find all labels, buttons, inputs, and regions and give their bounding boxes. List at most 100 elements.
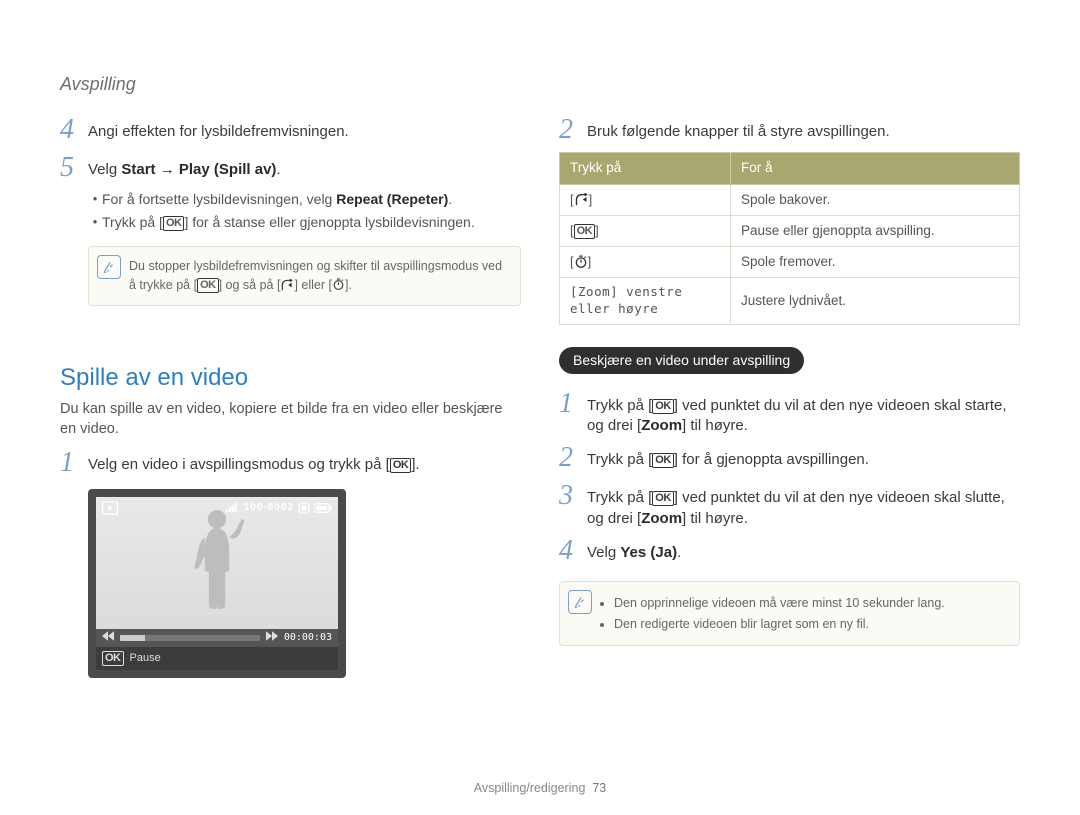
list-item-text: For å fortsette lysbildevisningen, velg … xyxy=(102,190,521,209)
list-item-text: Trykk på [OK] for å stanse eller gjenopp… xyxy=(102,213,521,232)
section-paragraph: Du kan spille av en video, kopiere et bi… xyxy=(60,400,521,439)
step-number: 3 xyxy=(559,482,587,510)
ok-icon: OK xyxy=(652,453,674,468)
text: Velg xyxy=(88,161,121,178)
table-cell-key: [ ] xyxy=(560,246,731,277)
table-row: [Zoom] venstre eller høyre Justere lydni… xyxy=(560,278,1020,325)
text-bold: Repeat (Repeter) xyxy=(336,191,448,207)
text-bold: Zoom xyxy=(641,417,682,434)
text: . xyxy=(276,161,280,178)
ok-icon: OK xyxy=(652,399,674,414)
text: ] til høyre. xyxy=(682,510,748,527)
play-step-1: 1 Velg en video i avspillingsmodus og tr… xyxy=(60,451,521,479)
note-box: Den opprinnelige videoen må være minst 1… xyxy=(559,581,1020,647)
table-cell-value: Pause eller gjenoppta avspilling. xyxy=(731,215,1020,246)
text-bold: Yes (Ja) xyxy=(620,544,677,561)
page-footer: Avspilling/redigering 73 xyxy=(0,780,1080,797)
progress-bar xyxy=(120,635,260,641)
section-title: Spille av en video xyxy=(60,362,521,394)
table-cell-key: [OK] xyxy=(560,215,731,246)
timer-icon xyxy=(574,255,588,271)
play-mode-icon xyxy=(102,501,118,515)
footer-label: Avspilling/redigering xyxy=(474,781,586,795)
step-text: Angi effekten for lysbildefremvisningen. xyxy=(88,118,521,142)
table-cell-key: [ ] xyxy=(560,184,731,215)
text: Trykk på [ xyxy=(102,214,163,230)
step-text: Velg en video i avspillingsmodus og tryk… xyxy=(88,451,521,475)
step-number: 4 xyxy=(559,537,587,565)
list-item: Den opprinnelige videoen må være minst 1… xyxy=(614,594,1007,613)
right-step-2: 2 Bruk følgende knapper til å styre avsp… xyxy=(559,118,1020,146)
rewind-icon xyxy=(280,279,294,293)
note-icon xyxy=(97,255,121,279)
person-silhouette-icon xyxy=(185,507,249,625)
step-text: Trykk på [OK] ved punktet du vil at den … xyxy=(587,392,1020,437)
running-head: Avspilling xyxy=(60,72,1020,96)
battery-icon xyxy=(314,503,332,513)
video-okbar: OK Pause xyxy=(96,647,338,670)
note-box: Du stopper lysbildefremvisningen og skif… xyxy=(88,246,521,306)
list-item: ● Trykk på [OK] for å stanse eller gjeno… xyxy=(88,213,521,232)
ok-icon: OK xyxy=(102,651,124,666)
step-number: 1 xyxy=(559,390,587,418)
controls-table: Trykk på For å [ ] Spole bakover. [OK] P… xyxy=(559,152,1020,325)
step-text: Velg Yes (Ja). xyxy=(587,539,1020,563)
pause-label: Pause xyxy=(130,651,161,666)
table-cell-value: Spole fremover. xyxy=(731,246,1020,277)
table-header: Trykk på xyxy=(560,153,731,184)
subsection-pill: Beskjære en video under avspilling xyxy=(559,347,804,374)
step-text: Trykk på [OK] ved punktet du vil at den … xyxy=(587,484,1020,529)
bullet-icon: ● xyxy=(88,213,102,231)
text: . xyxy=(448,191,452,207)
step-number: 2 xyxy=(559,444,587,472)
ok-icon: OK xyxy=(197,278,219,293)
step-number: 2 xyxy=(559,116,587,144)
table-cell-value: Spole bakover. xyxy=(731,184,1020,215)
step-text: Bruk følgende knapper til å styre avspil… xyxy=(587,118,1020,142)
list-item: ● For å fortsette lysbildevisningen, vel… xyxy=(88,190,521,209)
step-5: 5 Velg Start → Play (Spill av). xyxy=(60,156,521,184)
step-number: 4 xyxy=(60,116,88,144)
text: ] til høyre. xyxy=(682,417,748,434)
text: . xyxy=(677,544,681,561)
note-text: ] og så på [ xyxy=(219,278,281,292)
video-preview: 100-0002 xyxy=(88,489,346,678)
step-4: 4 Angi effekten for lysbildefremvisninge… xyxy=(60,118,521,146)
forward-icon xyxy=(266,631,278,646)
memory-icon xyxy=(298,502,310,514)
video-counter: 100-0002 xyxy=(244,501,294,515)
step-text: Trykk på [OK] for å gjenoppta avspilling… xyxy=(587,446,1020,470)
text: Trykk på [ xyxy=(587,451,652,468)
table-header-row: Trykk på For å xyxy=(560,153,1020,184)
table-cell-key: [Zoom] venstre eller høyre xyxy=(560,278,731,325)
text: For å fortsette lysbildevisningen, velg xyxy=(102,191,336,207)
sub-bullets: ● For å fortsette lysbildevisningen, vel… xyxy=(88,190,521,232)
table-row: [OK] Pause eller gjenoppta avspilling. xyxy=(560,215,1020,246)
right-column: 2 Bruk følgende knapper til å styre avsp… xyxy=(559,108,1020,678)
manual-page: Avspilling 4 Angi effekten for lysbildef… xyxy=(0,0,1080,815)
bullet-icon: ● xyxy=(88,190,102,208)
ok-icon: OK xyxy=(574,224,596,239)
text: Trykk på [ xyxy=(587,397,652,414)
text: Trykk på [ xyxy=(587,489,652,506)
ok-icon: OK xyxy=(390,458,412,473)
ok-icon: OK xyxy=(652,491,674,506)
ok-icon: OK xyxy=(163,216,185,231)
step-number: 1 xyxy=(60,449,88,477)
text: ]. xyxy=(411,456,419,473)
text: ] for å stanse eller gjenoppta lysbildev… xyxy=(184,214,474,230)
trim-step-2: 2 Trykk på [OK] for å gjenoppta avspilli… xyxy=(559,446,1020,474)
note-list: Den opprinnelige videoen må være minst 1… xyxy=(600,594,1007,634)
trim-step-4: 4 Velg Yes (Ja). xyxy=(559,539,1020,567)
trim-step-3: 3 Trykk på [OK] ved punktet du vil at de… xyxy=(559,484,1020,529)
left-column: 4 Angi effekten for lysbildefremvisninge… xyxy=(60,108,521,678)
note-icon xyxy=(568,590,592,614)
video-time: 00:00:03 xyxy=(284,631,332,645)
timer-icon xyxy=(332,278,345,293)
table-cell-value: Justere lydnivået. xyxy=(731,278,1020,325)
note-text: ]. xyxy=(345,278,352,292)
rewind-icon xyxy=(574,193,589,208)
note-text: ] eller [ xyxy=(294,278,332,292)
page-number: 73 xyxy=(592,781,606,795)
table-row: [ ] Spole fremover. xyxy=(560,246,1020,277)
